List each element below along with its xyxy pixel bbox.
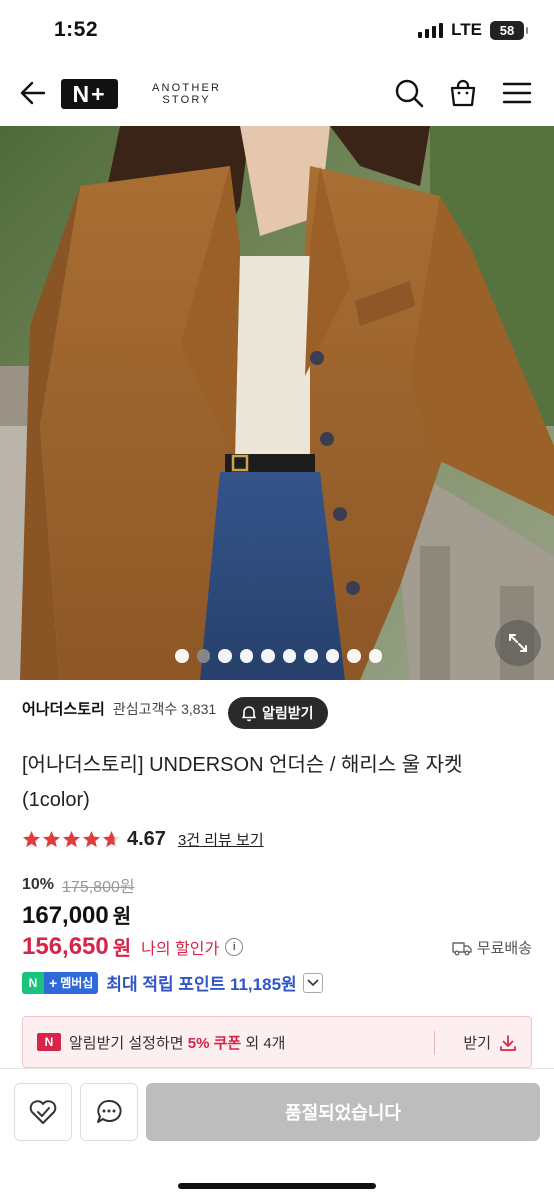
star-icon — [22, 830, 41, 848]
gallery-dot[interactable] — [218, 649, 232, 663]
max-points: 최대 적립 포인트 11,185원 — [106, 975, 297, 994]
top-header: N+ ANOTHER STORY — [0, 62, 554, 126]
gallery-dot[interactable] — [304, 649, 318, 663]
coupon-banner[interactable]: N 알림받기 설정하면 5% 쿠폰 외 4개 받기 — [22, 1016, 532, 1068]
network-label: LTE — [451, 20, 482, 39]
sale-price: 167,000 — [22, 902, 109, 929]
badge-label-wrap: + 멤버십 — [44, 971, 99, 994]
signal-icon — [418, 22, 444, 38]
gallery-dot[interactable] — [239, 649, 253, 663]
gallery-dot[interactable] — [261, 649, 275, 663]
gallery-dot[interactable] — [325, 649, 339, 663]
product-photo — [0, 126, 554, 680]
original-price: 175,800원 — [62, 879, 135, 896]
rating-stars — [22, 830, 121, 849]
coupon-n-logo: N — [37, 1033, 61, 1051]
shipping-label: 무료배송 — [476, 940, 532, 957]
notify-button[interactable]: 알림받기 — [228, 697, 328, 729]
my-price-label: 나의 할인가 — [141, 940, 220, 958]
badge-n: N — [22, 971, 44, 994]
home-indicator — [178, 1183, 376, 1189]
badge-label: 멤버십 — [60, 976, 94, 990]
shipping-info: 무료배송 — [452, 937, 532, 958]
star-icon — [102, 830, 121, 848]
coupon-get-label: 받기 — [463, 1035, 491, 1052]
sale-price-unit: 원 — [112, 906, 132, 928]
nplus-logo[interactable]: N+ — [61, 79, 118, 109]
brand-line-2: STORY — [162, 94, 211, 106]
coupon-get-button[interactable]: 받기 — [463, 1032, 517, 1053]
followers-count: 관심고객수 3,831 — [112, 700, 217, 717]
gallery-pagination[interactable] — [175, 649, 382, 663]
my-price-unit: 원 — [112, 938, 132, 960]
soldout-button: 품절되었습니다 — [146, 1083, 540, 1141]
star-icon — [82, 830, 101, 848]
notify-label: 알림받기 — [262, 705, 314, 721]
truck-icon — [452, 941, 472, 955]
store-name[interactable]: 어나더스토리 — [22, 698, 105, 719]
rating-score: 4.67 — [127, 828, 166, 850]
coupon-text: 알림받기 설정하면 5% 쿠폰 외 4개 — [69, 1034, 286, 1052]
info-icon[interactable]: i — [225, 937, 244, 956]
back-arrow-icon[interactable] — [20, 80, 46, 106]
brand-logo[interactable]: ANOTHER STORY — [152, 82, 221, 106]
discount-row: 10% 175,800원 — [22, 873, 135, 897]
store-row: 어나더스토리 관심고객수 3,831 — [22, 698, 216, 719]
battery-icon: 58 — [490, 20, 528, 40]
bell-plus-icon — [242, 706, 256, 722]
product-image[interactable] — [0, 126, 554, 680]
gallery-dot[interactable] — [347, 649, 361, 663]
discount-percent: 10% — [22, 876, 55, 893]
chat-button[interactable] — [80, 1083, 138, 1141]
gallery-dot[interactable] — [196, 649, 210, 663]
expand-icon — [509, 634, 527, 652]
status-time: 1:52 — [54, 18, 99, 41]
membership-badge: N + 멤버십 — [22, 971, 99, 994]
product-title-line-2: (1color) — [22, 789, 90, 811]
download-icon — [500, 1034, 516, 1051]
brand-line-1: ANOTHER — [152, 82, 222, 94]
product-title-line-1: [어나더스토리] UNDERSON 언더슨 / 해리스 울 자켓 — [22, 754, 463, 776]
rating-row: 4.67 3건 리뷰 보기 — [22, 828, 264, 851]
coupon-divider — [434, 1031, 435, 1055]
gallery-dot[interactable] — [282, 649, 296, 663]
status-bar: 1:52 LTE 58 — [0, 0, 554, 62]
star-icon — [42, 830, 61, 848]
expand-image-button[interactable] — [495, 620, 541, 666]
my-price: 156,650 — [22, 932, 109, 960]
product-title: [어나더스토리] UNDERSON 언더슨 / 해리스 울 자켓 (1color… — [22, 748, 522, 818]
wishlist-button[interactable] — [14, 1083, 72, 1141]
chevron-down-icon[interactable] — [302, 972, 323, 993]
review-link[interactable]: 3건 리뷰 보기 — [178, 829, 264, 850]
my-price-row: 156,650 원 나의 할인가 i — [22, 932, 244, 961]
search-icon[interactable] — [394, 78, 424, 108]
menu-icon[interactable] — [502, 78, 532, 108]
shopping-bag-icon[interactable] — [448, 78, 478, 108]
status-right: LTE 58 — [418, 20, 528, 40]
star-icon — [62, 830, 81, 848]
bottom-action-bar: 품절되었습니다 — [0, 1068, 554, 1200]
gallery-dot[interactable] — [175, 649, 189, 663]
heart-check-icon — [29, 1100, 57, 1124]
gallery-dot[interactable] — [368, 649, 382, 663]
membership-row[interactable]: N + 멤버십 최대 적립 포인트 11,185원 — [22, 970, 323, 995]
chat-bubble-icon — [97, 1099, 122, 1123]
price-row: 167,000 원 — [22, 900, 131, 930]
